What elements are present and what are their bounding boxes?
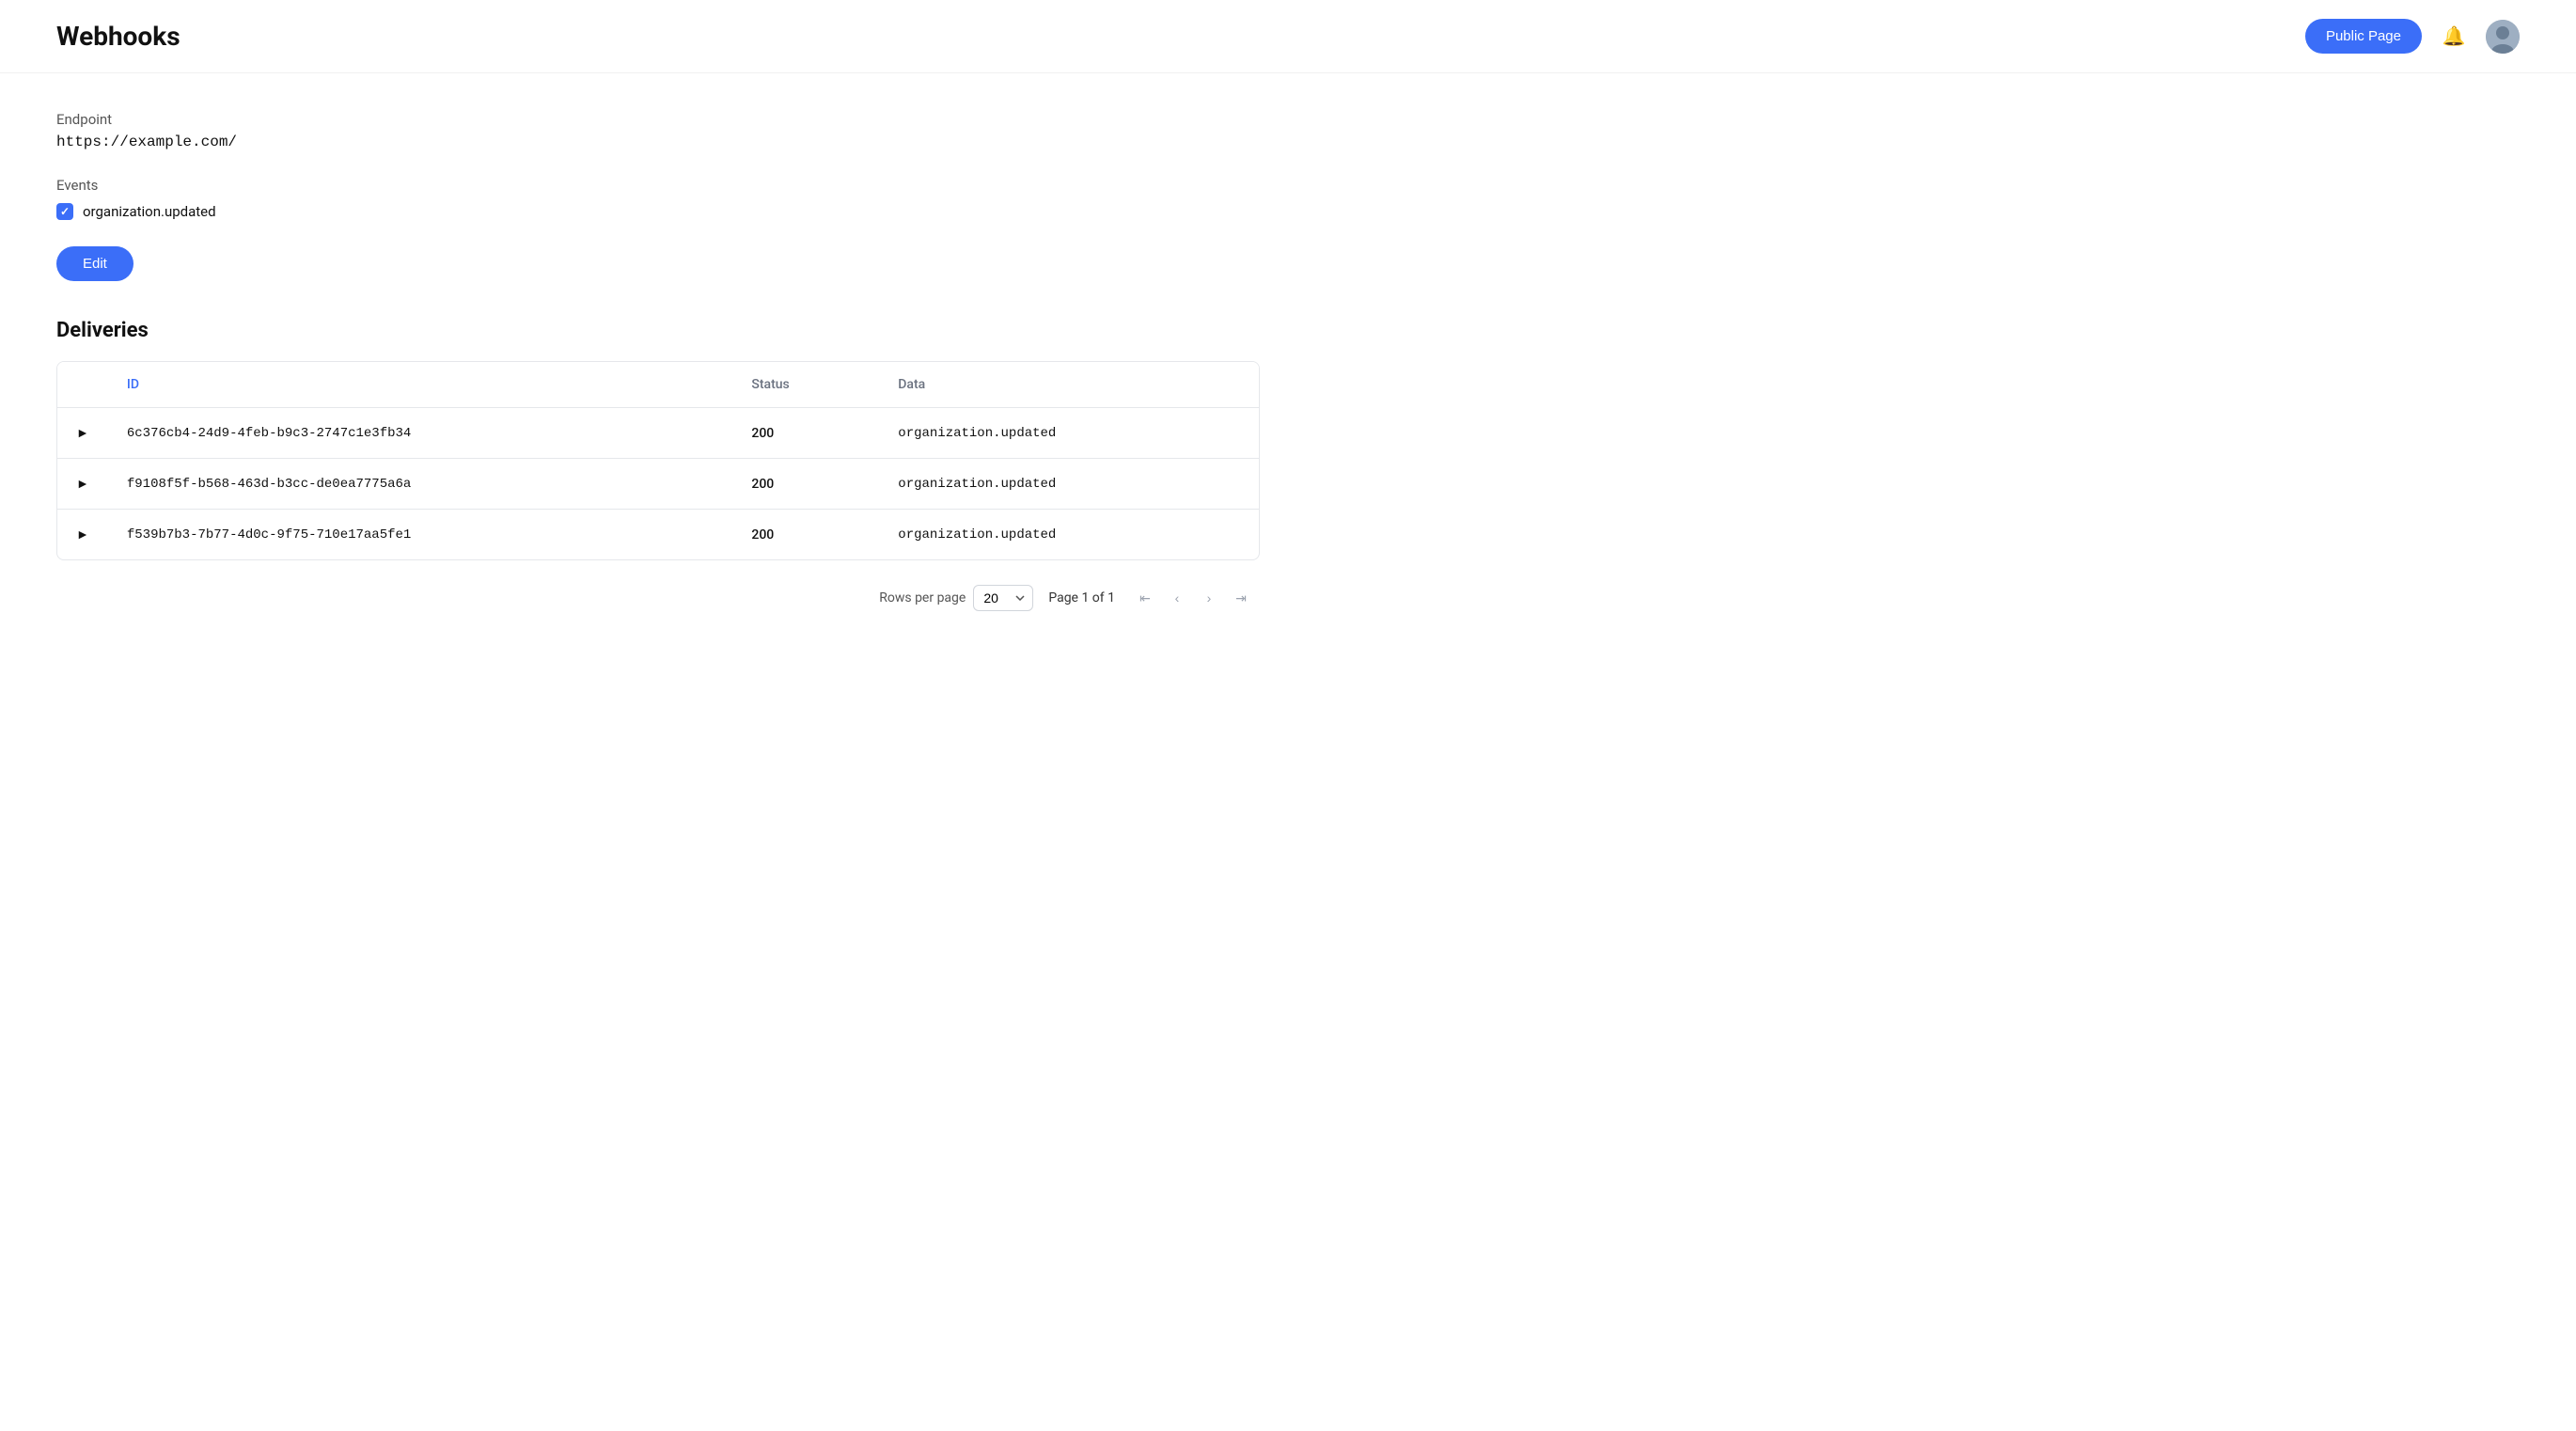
row-id-cell: 6c376cb4-24d9-4feb-b9c3-2747c1e3fb34 xyxy=(108,408,733,459)
chevron-right-icon[interactable]: ► xyxy=(76,476,89,492)
last-page-button[interactable]: ⇥ xyxy=(1226,583,1256,613)
rows-per-page-label: Rows per page xyxy=(879,590,966,605)
first-page-button[interactable]: ⇤ xyxy=(1130,583,1160,613)
avatar[interactable] xyxy=(2486,20,2520,54)
rows-per-page-select[interactable]: 10 20 50 100 xyxy=(973,585,1033,611)
notification-button[interactable]: 🔔 xyxy=(2437,20,2471,54)
endpoint-value: https://example.com/ xyxy=(56,134,1260,150)
event-name: organization.updated xyxy=(83,203,216,220)
col-status-header: Status xyxy=(732,362,879,408)
bell-icon: 🔔 xyxy=(2442,24,2466,48)
page-info: Page 1 of 1 xyxy=(1048,590,1115,605)
avatar-image xyxy=(2486,20,2520,54)
events-label: Events xyxy=(56,177,1260,194)
edit-button[interactable]: Edit xyxy=(56,246,134,281)
page-navigation: ⇤ ‹ › ⇥ xyxy=(1130,583,1256,613)
table-header: ID Status Data xyxy=(57,362,1259,408)
col-expand xyxy=(57,362,108,408)
page-title: Webhooks xyxy=(56,21,181,52)
public-page-button[interactable]: Public Page xyxy=(2305,19,2422,54)
table-row: ► f539b7b3-7b77-4d0c-9f75-710e17aa5fe1 2… xyxy=(57,510,1259,560)
col-id-header[interactable]: ID xyxy=(108,362,733,408)
col-data-header: Data xyxy=(879,362,1259,408)
row-expand-cell[interactable]: ► xyxy=(57,408,108,459)
table-body: ► 6c376cb4-24d9-4feb-b9c3-2747c1e3fb34 2… xyxy=(57,408,1259,560)
event-item: organization.updated xyxy=(56,203,1260,220)
row-status-cell: 200 xyxy=(732,510,879,560)
deliveries-table: ID Status Data ► 6c376cb4-24d9-4feb-b9c3… xyxy=(57,362,1259,559)
deliveries-section: Deliveries ID Status Data ► xyxy=(56,319,1260,613)
pagination: Rows per page 10 20 50 100 Page 1 of 1 ⇤… xyxy=(56,583,1260,613)
rows-per-page-section: Rows per page 10 20 50 100 xyxy=(879,585,1033,611)
row-id-cell: f9108f5f-b568-463d-b3cc-de0ea7775a6a xyxy=(108,459,733,510)
events-section: Events organization.updated xyxy=(56,177,1260,220)
main-content: Endpoint https://example.com/ Events org… xyxy=(0,73,1316,651)
chevron-right-icon[interactable]: ► xyxy=(76,425,89,441)
next-page-button[interactable]: › xyxy=(1194,583,1224,613)
deliveries-title: Deliveries xyxy=(56,319,1260,342)
row-status-cell: 200 xyxy=(732,408,879,459)
row-expand-cell[interactable]: ► xyxy=(57,459,108,510)
row-expand-cell[interactable]: ► xyxy=(57,510,108,560)
header-actions: Public Page 🔔 xyxy=(2305,19,2520,54)
row-status-cell: 200 xyxy=(732,459,879,510)
prev-page-button[interactable]: ‹ xyxy=(1162,583,1192,613)
event-checkbox[interactable] xyxy=(56,203,73,220)
chevron-right-icon[interactable]: ► xyxy=(76,527,89,543)
endpoint-section: Endpoint https://example.com/ xyxy=(56,111,1260,150)
table-row: ► f9108f5f-b568-463d-b3cc-de0ea7775a6a 2… xyxy=(57,459,1259,510)
endpoint-label: Endpoint xyxy=(56,111,1260,128)
row-id-cell: f539b7b3-7b77-4d0c-9f75-710e17aa5fe1 xyxy=(108,510,733,560)
deliveries-table-container: ID Status Data ► 6c376cb4-24d9-4feb-b9c3… xyxy=(56,361,1260,560)
table-row: ► 6c376cb4-24d9-4feb-b9c3-2747c1e3fb34 2… xyxy=(57,408,1259,459)
row-data-cell: organization.updated xyxy=(879,408,1259,459)
row-data-cell: organization.updated xyxy=(879,510,1259,560)
header: Webhooks Public Page 🔔 xyxy=(0,0,2576,73)
row-data-cell: organization.updated xyxy=(879,459,1259,510)
